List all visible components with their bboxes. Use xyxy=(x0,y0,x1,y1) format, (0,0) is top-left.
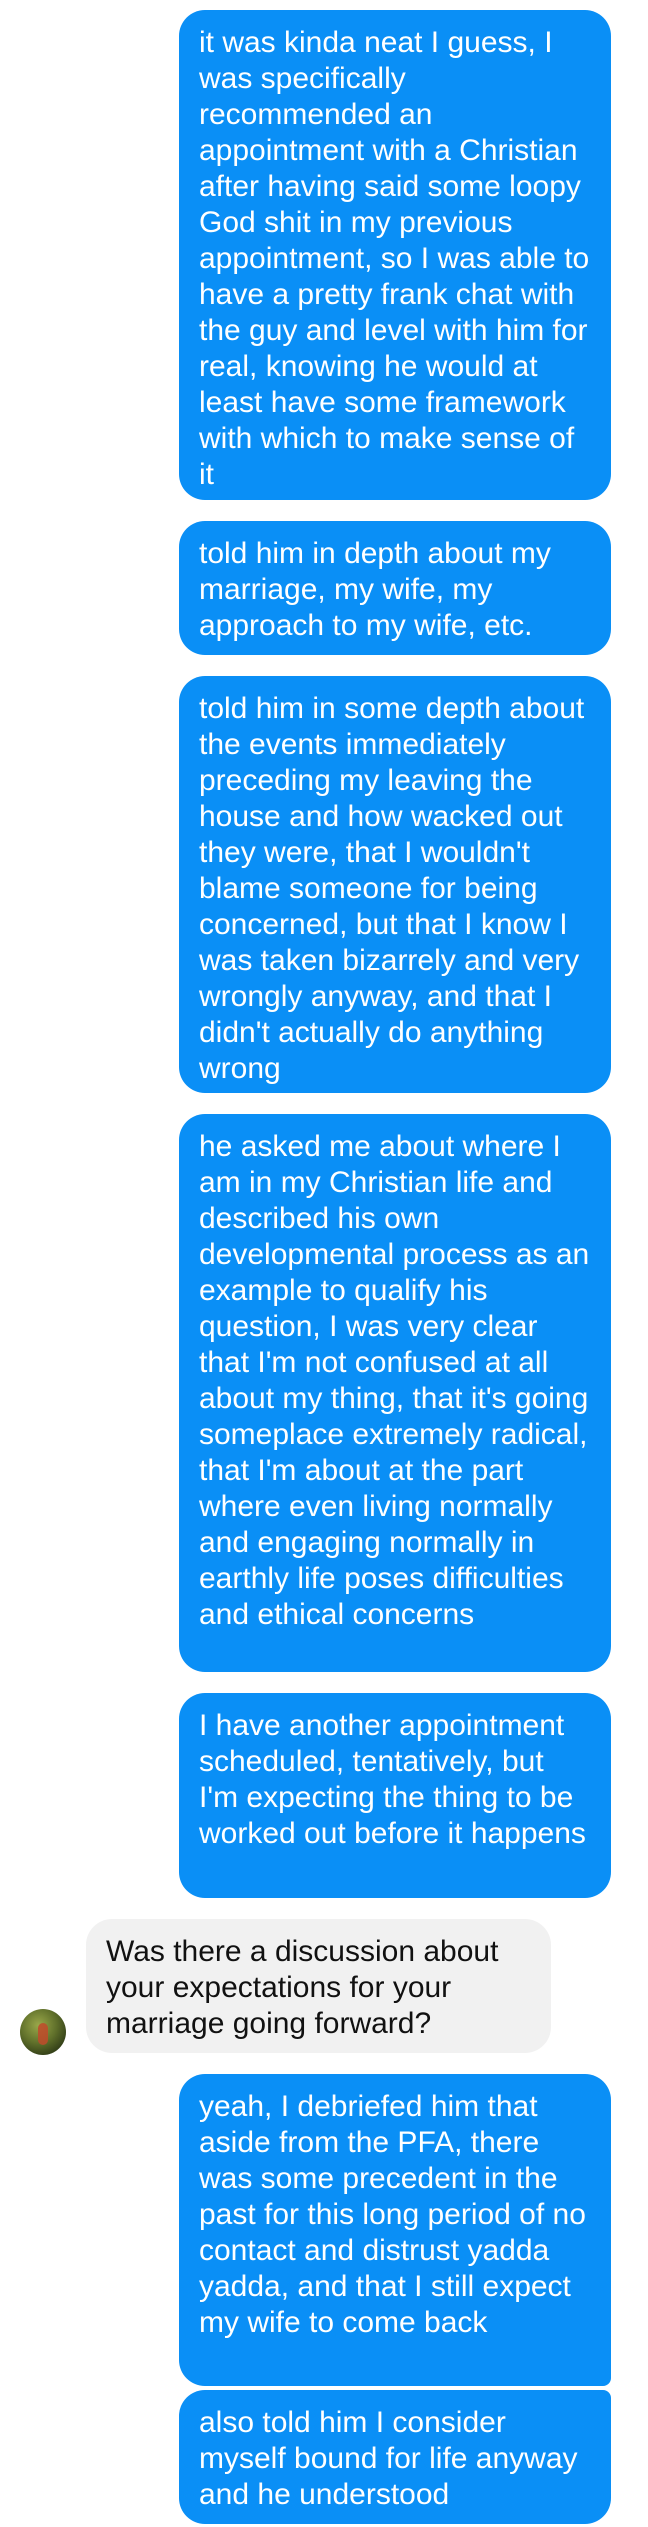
message-bubble-sent[interactable]: told him in some depth about the events … xyxy=(179,676,611,1093)
message-bubble-sent[interactable]: also told him I consider myself bound fo… xyxy=(179,2390,611,2524)
message-bubble-sent[interactable]: told him in depth about my marriage, my … xyxy=(179,521,611,655)
message-bubble-sent[interactable]: I have another appointment scheduled, te… xyxy=(179,1693,611,1898)
message-text: it was kinda neat I guess, I was specifi… xyxy=(199,26,590,491)
contact-avatar[interactable] xyxy=(20,2009,66,2055)
message-bubble-sent[interactable]: it was kinda neat I guess, I was specifi… xyxy=(179,10,611,500)
message-text: I have another appointment scheduled, te… xyxy=(199,1709,586,1850)
message-text: yeah, I debriefed him that aside from th… xyxy=(199,2090,586,2339)
message-bubble-received[interactable]: Was there a discussion about your expect… xyxy=(86,1919,551,2053)
message-bubble-sent[interactable]: he asked me about where I am in my Chris… xyxy=(179,1114,611,1672)
message-text: told him in some depth about the events … xyxy=(199,692,585,1085)
message-text: also told him I consider myself bound fo… xyxy=(199,2406,578,2511)
message-thread[interactable]: it was kinda neat I guess, I was specifi… xyxy=(0,0,648,2527)
message-text: Was there a discussion about your expect… xyxy=(106,1935,499,2040)
message-text: told him in depth about my marriage, my … xyxy=(199,537,551,642)
message-text: he asked me about where I am in my Chris… xyxy=(199,1130,590,1631)
message-bubble-sent[interactable]: yeah, I debriefed him that aside from th… xyxy=(179,2074,611,2386)
